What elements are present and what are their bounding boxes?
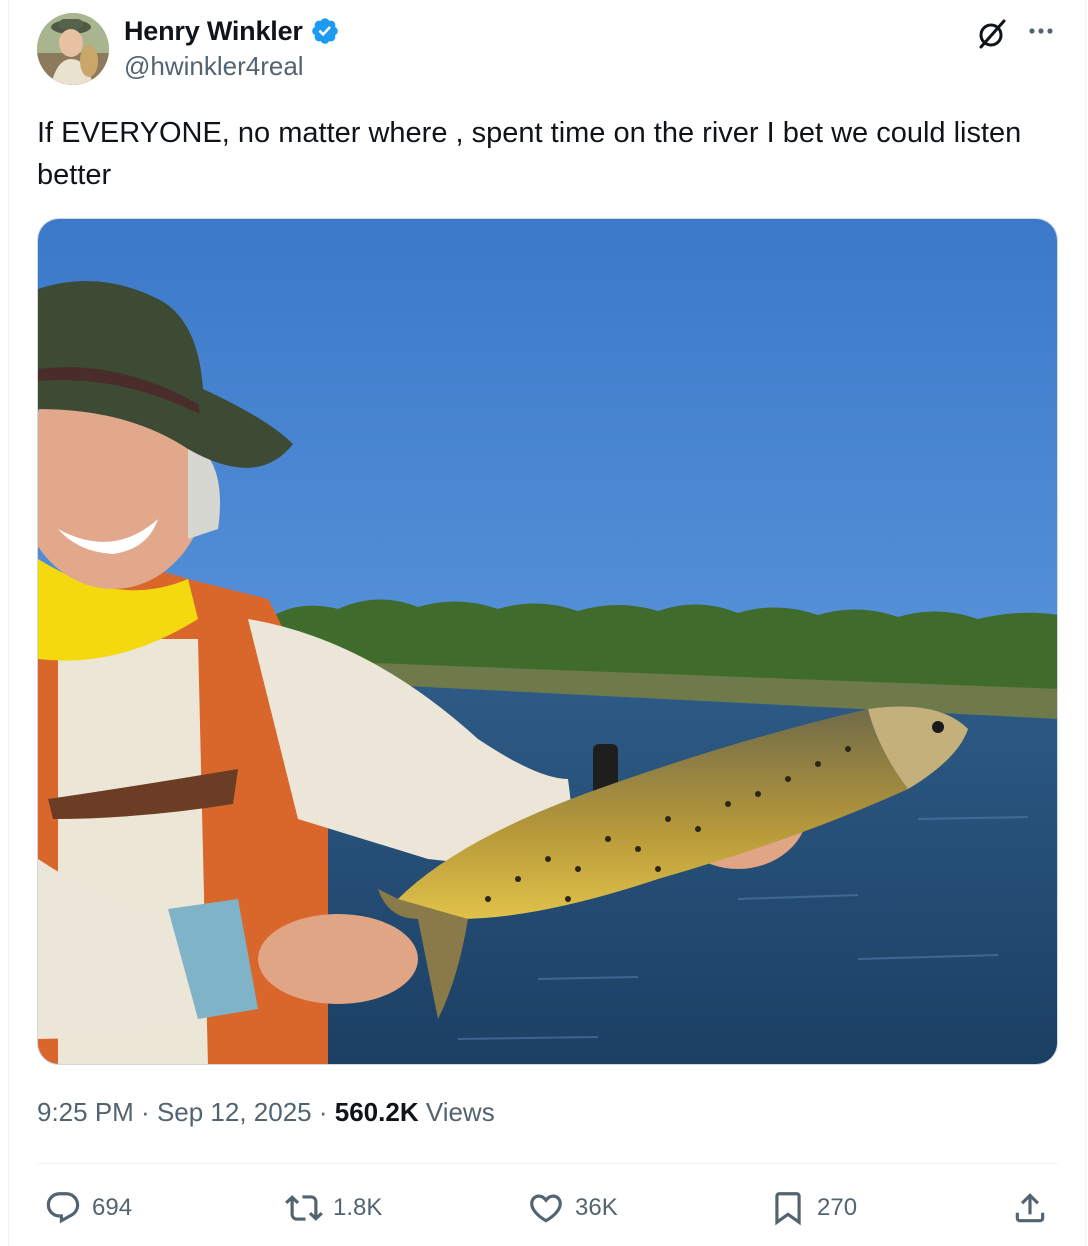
like-button[interactable]: 36K: [527, 1185, 618, 1231]
heart-icon: [530, 1194, 562, 1223]
reply-button[interactable]: 694: [44, 1185, 132, 1231]
author-handle[interactable]: @hwinkler4real: [124, 51, 304, 82]
divider: [37, 1163, 1058, 1164]
views-count: 560.2K: [334, 1097, 419, 1127]
repost-count: 1.8K: [333, 1194, 383, 1221]
bookmark-count: 270: [817, 1194, 858, 1221]
reply-icon: [46, 1192, 80, 1224]
grok-icon[interactable]: [974, 16, 1010, 52]
author-avatar[interactable]: [37, 13, 109, 85]
repost-button[interactable]: 1.8K: [285, 1185, 382, 1231]
author-name-row[interactable]: Henry Winkler: [124, 14, 340, 48]
tweet-text: If EVERYONE, no matter where , spent tim…: [37, 117, 1022, 191]
views-label: Views: [418, 1097, 495, 1127]
reply-count: 694: [92, 1194, 133, 1221]
like-count: 36K: [575, 1194, 618, 1221]
author-display-name[interactable]: Henry Winkler: [124, 16, 303, 47]
tweet-media-photo[interactable]: [37, 218, 1058, 1065]
tweet-date[interactable]: Sep 12, 2025: [157, 1097, 312, 1127]
repost-icon: [285, 1195, 323, 1221]
share-icon: [1015, 1193, 1045, 1223]
tweet-meta: 9:25 PM · Sep 12, 2025 · 560.2K Views: [37, 1097, 495, 1128]
more-options-icon[interactable]: [1026, 18, 1056, 44]
meta-separator: ·: [311, 1097, 335, 1127]
bookmark-button[interactable]: 270: [769, 1185, 857, 1231]
share-button[interactable]: [1011, 1185, 1049, 1231]
meta-separator: ·: [133, 1097, 157, 1127]
bookmark-icon: [775, 1192, 801, 1226]
tweet-time[interactable]: 9:25 PM: [37, 1097, 134, 1127]
verified-badge-icon: [311, 18, 338, 44]
